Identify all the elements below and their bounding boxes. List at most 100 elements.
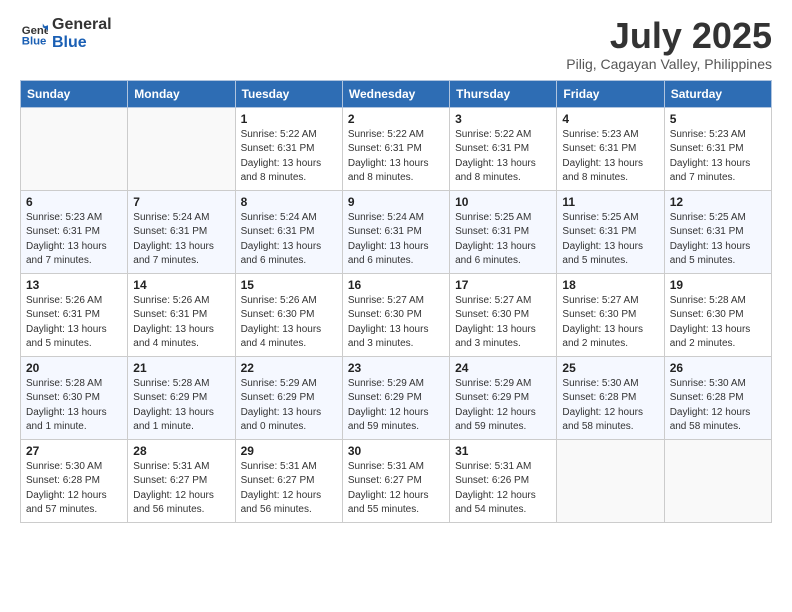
calendar-cell: 18 Sunrise: 5:27 AM Sunset: 6:30 PM Dayli… [557, 273, 664, 356]
day-number: 3 [455, 112, 551, 126]
day-number: 21 [133, 361, 229, 375]
weekday-header-sunday: Sunday [21, 80, 128, 107]
day-number: 25 [562, 361, 658, 375]
day-detail: Sunrise: 5:22 AM Sunset: 6:31 PM Dayligh… [348, 128, 444, 186]
day-number: 28 [133, 444, 229, 458]
day-detail: Sunrise: 5:31 AM Sunset: 6:26 PM Dayligh… [455, 460, 551, 518]
day-number: 20 [26, 361, 122, 375]
weekday-header-row: SundayMondayTuesdayWednesdayThursdayFrid… [21, 80, 772, 107]
calendar-cell: 27 Sunrise: 5:30 AM Sunset: 6:28 PM Dayli… [21, 439, 128, 522]
calendar-week-row: 6 Sunrise: 5:23 AM Sunset: 6:31 PM Daylig… [21, 190, 772, 273]
logo: General Blue General Blue [20, 16, 112, 51]
day-detail: Sunrise: 5:24 AM Sunset: 6:31 PM Dayligh… [133, 211, 229, 269]
day-detail: Sunrise: 5:29 AM Sunset: 6:29 PM Dayligh… [241, 377, 337, 435]
calendar-cell: 13Sunrise: 5:26 AM Sunset: 6:31 PM Dayli… [21, 273, 128, 356]
day-detail: Sunrise: 5:25 AM Sunset: 6:31 PM Dayligh… [455, 211, 551, 269]
day-number: 4 [562, 112, 658, 126]
calendar-cell: 7Sunrise: 5:24 AM Sunset: 6:31 PM Daylig… [128, 190, 235, 273]
calendar-cell: 22 Sunrise: 5:29 AM Sunset: 6:29 PM Dayli… [235, 356, 342, 439]
calendar-cell: 24 Sunrise: 5:29 AM Sunset: 6:29 PM Dayli… [450, 356, 557, 439]
day-number: 24 [455, 361, 551, 375]
calendar-cell: 14 Sunrise: 5:26 AM Sunset: 6:31 PM Dayli… [128, 273, 235, 356]
day-number: 22 [241, 361, 337, 375]
day-number: 17 [455, 278, 551, 292]
calendar-cell: 10 Sunrise: 5:25 AM Sunset: 6:31 PM Dayli… [450, 190, 557, 273]
day-number: 30 [348, 444, 444, 458]
calendar-cell: 25 Sunrise: 5:30 AM Sunset: 6:28 PM Dayli… [557, 356, 664, 439]
day-detail: Sunrise: 5:29 AM Sunset: 6:29 PM Dayligh… [348, 377, 444, 435]
calendar-week-row: 13 Sunrise: 5:26 AM Sunset: 6:31 PM Dayli… [21, 273, 772, 356]
weekday-header-thursday: Thursday [450, 80, 557, 107]
calendar-cell [664, 439, 771, 522]
logo-icon: General Blue [20, 20, 48, 48]
svg-text:Blue: Blue [22, 35, 47, 47]
day-number: 10 [455, 195, 551, 209]
logo-text-blue: Blue [52, 34, 112, 52]
day-number: 2 [348, 112, 444, 126]
day-detail: Sunrise: 5:24 AM Sunset: 6:31 PM Dayligh… [241, 211, 337, 269]
day-detail: Sunrise: 5:23 AM Sunset: 6:31 PM Dayligh… [26, 211, 122, 269]
calendar-cell: 30 Sunrise: 5:31 AM Sunset: 6:27 PM Dayli… [342, 439, 449, 522]
day-detail: Sunrise: 5:24 AM Sunset: 6:31 PM Dayligh… [348, 211, 444, 269]
calendar-cell: 20Sunrise: 5:28 AM Sunset: 6:30 PM Dayli… [21, 356, 128, 439]
title-block: July 2025 Pilig, Cagayan Valley, Philipp… [566, 16, 772, 72]
calendar-cell: 15 Sunrise: 5:26 AM Sunset: 6:30 PM Dayli… [235, 273, 342, 356]
calendar-cell: 9Sunrise: 5:24 AM Sunset: 6:31 PM Daylig… [342, 190, 449, 273]
day-number: 15 [241, 278, 337, 292]
day-number: 14 [133, 278, 229, 292]
day-number: 23 [348, 361, 444, 375]
weekday-header-wednesday: Wednesday [342, 80, 449, 107]
day-detail: Sunrise: 5:22 AM Sunset: 6:31 PM Dayligh… [455, 128, 551, 186]
calendar-cell: 4 Sunrise: 5:23 AM Sunset: 6:31 PM Daylig… [557, 107, 664, 190]
weekday-header-monday: Monday [128, 80, 235, 107]
calendar-cell: 29 Sunrise: 5:31 AM Sunset: 6:27 PM Dayli… [235, 439, 342, 522]
day-detail: Sunrise: 5:28 AM Sunset: 6:30 PM Dayligh… [670, 294, 766, 352]
calendar-cell [21, 107, 128, 190]
day-detail: Sunrise: 5:27 AM Sunset: 6:30 PM Dayligh… [562, 294, 658, 352]
subtitle: Pilig, Cagayan Valley, Philippines [566, 56, 772, 72]
calendar-cell: 2 Sunrise: 5:22 AM Sunset: 6:31 PM Daylig… [342, 107, 449, 190]
day-detail: Sunrise: 5:26 AM Sunset: 6:30 PM Dayligh… [241, 294, 337, 352]
day-detail: Sunrise: 5:31 AM Sunset: 6:27 PM Dayligh… [348, 460, 444, 518]
calendar-cell: 19 Sunrise: 5:28 AM Sunset: 6:30 PM Dayli… [664, 273, 771, 356]
calendar-week-row: 27 Sunrise: 5:30 AM Sunset: 6:28 PM Dayli… [21, 439, 772, 522]
calendar-cell: 17Sunrise: 5:27 AM Sunset: 6:30 PM Dayli… [450, 273, 557, 356]
calendar-cell: 31Sunrise: 5:31 AM Sunset: 6:26 PM Dayli… [450, 439, 557, 522]
calendar-cell: 23 Sunrise: 5:29 AM Sunset: 6:29 PM Dayli… [342, 356, 449, 439]
day-detail: Sunrise: 5:30 AM Sunset: 6:28 PM Dayligh… [26, 460, 122, 518]
calendar-cell [557, 439, 664, 522]
page-header: General Blue General Blue July 2025 Pili… [20, 16, 772, 72]
calendar-cell: 5Sunrise: 5:23 AM Sunset: 6:31 PM Daylig… [664, 107, 771, 190]
calendar-cell: 16Sunrise: 5:27 AM Sunset: 6:30 PM Dayli… [342, 273, 449, 356]
day-detail: Sunrise: 5:22 AM Sunset: 6:31 PM Dayligh… [241, 128, 337, 186]
calendar-cell: 11Sunrise: 5:25 AM Sunset: 6:31 PM Dayli… [557, 190, 664, 273]
day-detail: Sunrise: 5:30 AM Sunset: 6:28 PM Dayligh… [562, 377, 658, 435]
day-number: 1 [241, 112, 337, 126]
day-number: 13 [26, 278, 122, 292]
calendar-cell: 1 Sunrise: 5:22 AM Sunset: 6:31 PM Daylig… [235, 107, 342, 190]
day-detail: Sunrise: 5:31 AM Sunset: 6:27 PM Dayligh… [241, 460, 337, 518]
day-number: 18 [562, 278, 658, 292]
weekday-header-friday: Friday [557, 80, 664, 107]
day-detail: Sunrise: 5:31 AM Sunset: 6:27 PM Dayligh… [133, 460, 229, 518]
day-detail: Sunrise: 5:23 AM Sunset: 6:31 PM Dayligh… [562, 128, 658, 186]
day-detail: Sunrise: 5:25 AM Sunset: 6:31 PM Dayligh… [670, 211, 766, 269]
calendar-cell: 12Sunrise: 5:25 AM Sunset: 6:31 PM Dayli… [664, 190, 771, 273]
day-number: 27 [26, 444, 122, 458]
day-detail: Sunrise: 5:26 AM Sunset: 6:31 PM Dayligh… [133, 294, 229, 352]
day-number: 29 [241, 444, 337, 458]
day-number: 5 [670, 112, 766, 126]
day-number: 26 [670, 361, 766, 375]
calendar-cell [128, 107, 235, 190]
main-title: July 2025 [566, 16, 772, 56]
day-detail: Sunrise: 5:25 AM Sunset: 6:31 PM Dayligh… [562, 211, 658, 269]
day-number: 6 [26, 195, 122, 209]
calendar-cell: 26Sunrise: 5:30 AM Sunset: 6:28 PM Dayli… [664, 356, 771, 439]
day-detail: Sunrise: 5:29 AM Sunset: 6:29 PM Dayligh… [455, 377, 551, 435]
calendar-table: SundayMondayTuesdayWednesdayThursdayFrid… [20, 80, 772, 523]
calendar-cell: 28 Sunrise: 5:31 AM Sunset: 6:27 PM Dayli… [128, 439, 235, 522]
day-number: 8 [241, 195, 337, 209]
calendar-cell: 6 Sunrise: 5:23 AM Sunset: 6:31 PM Daylig… [21, 190, 128, 273]
day-number: 19 [670, 278, 766, 292]
logo-text-general: General [52, 16, 112, 34]
